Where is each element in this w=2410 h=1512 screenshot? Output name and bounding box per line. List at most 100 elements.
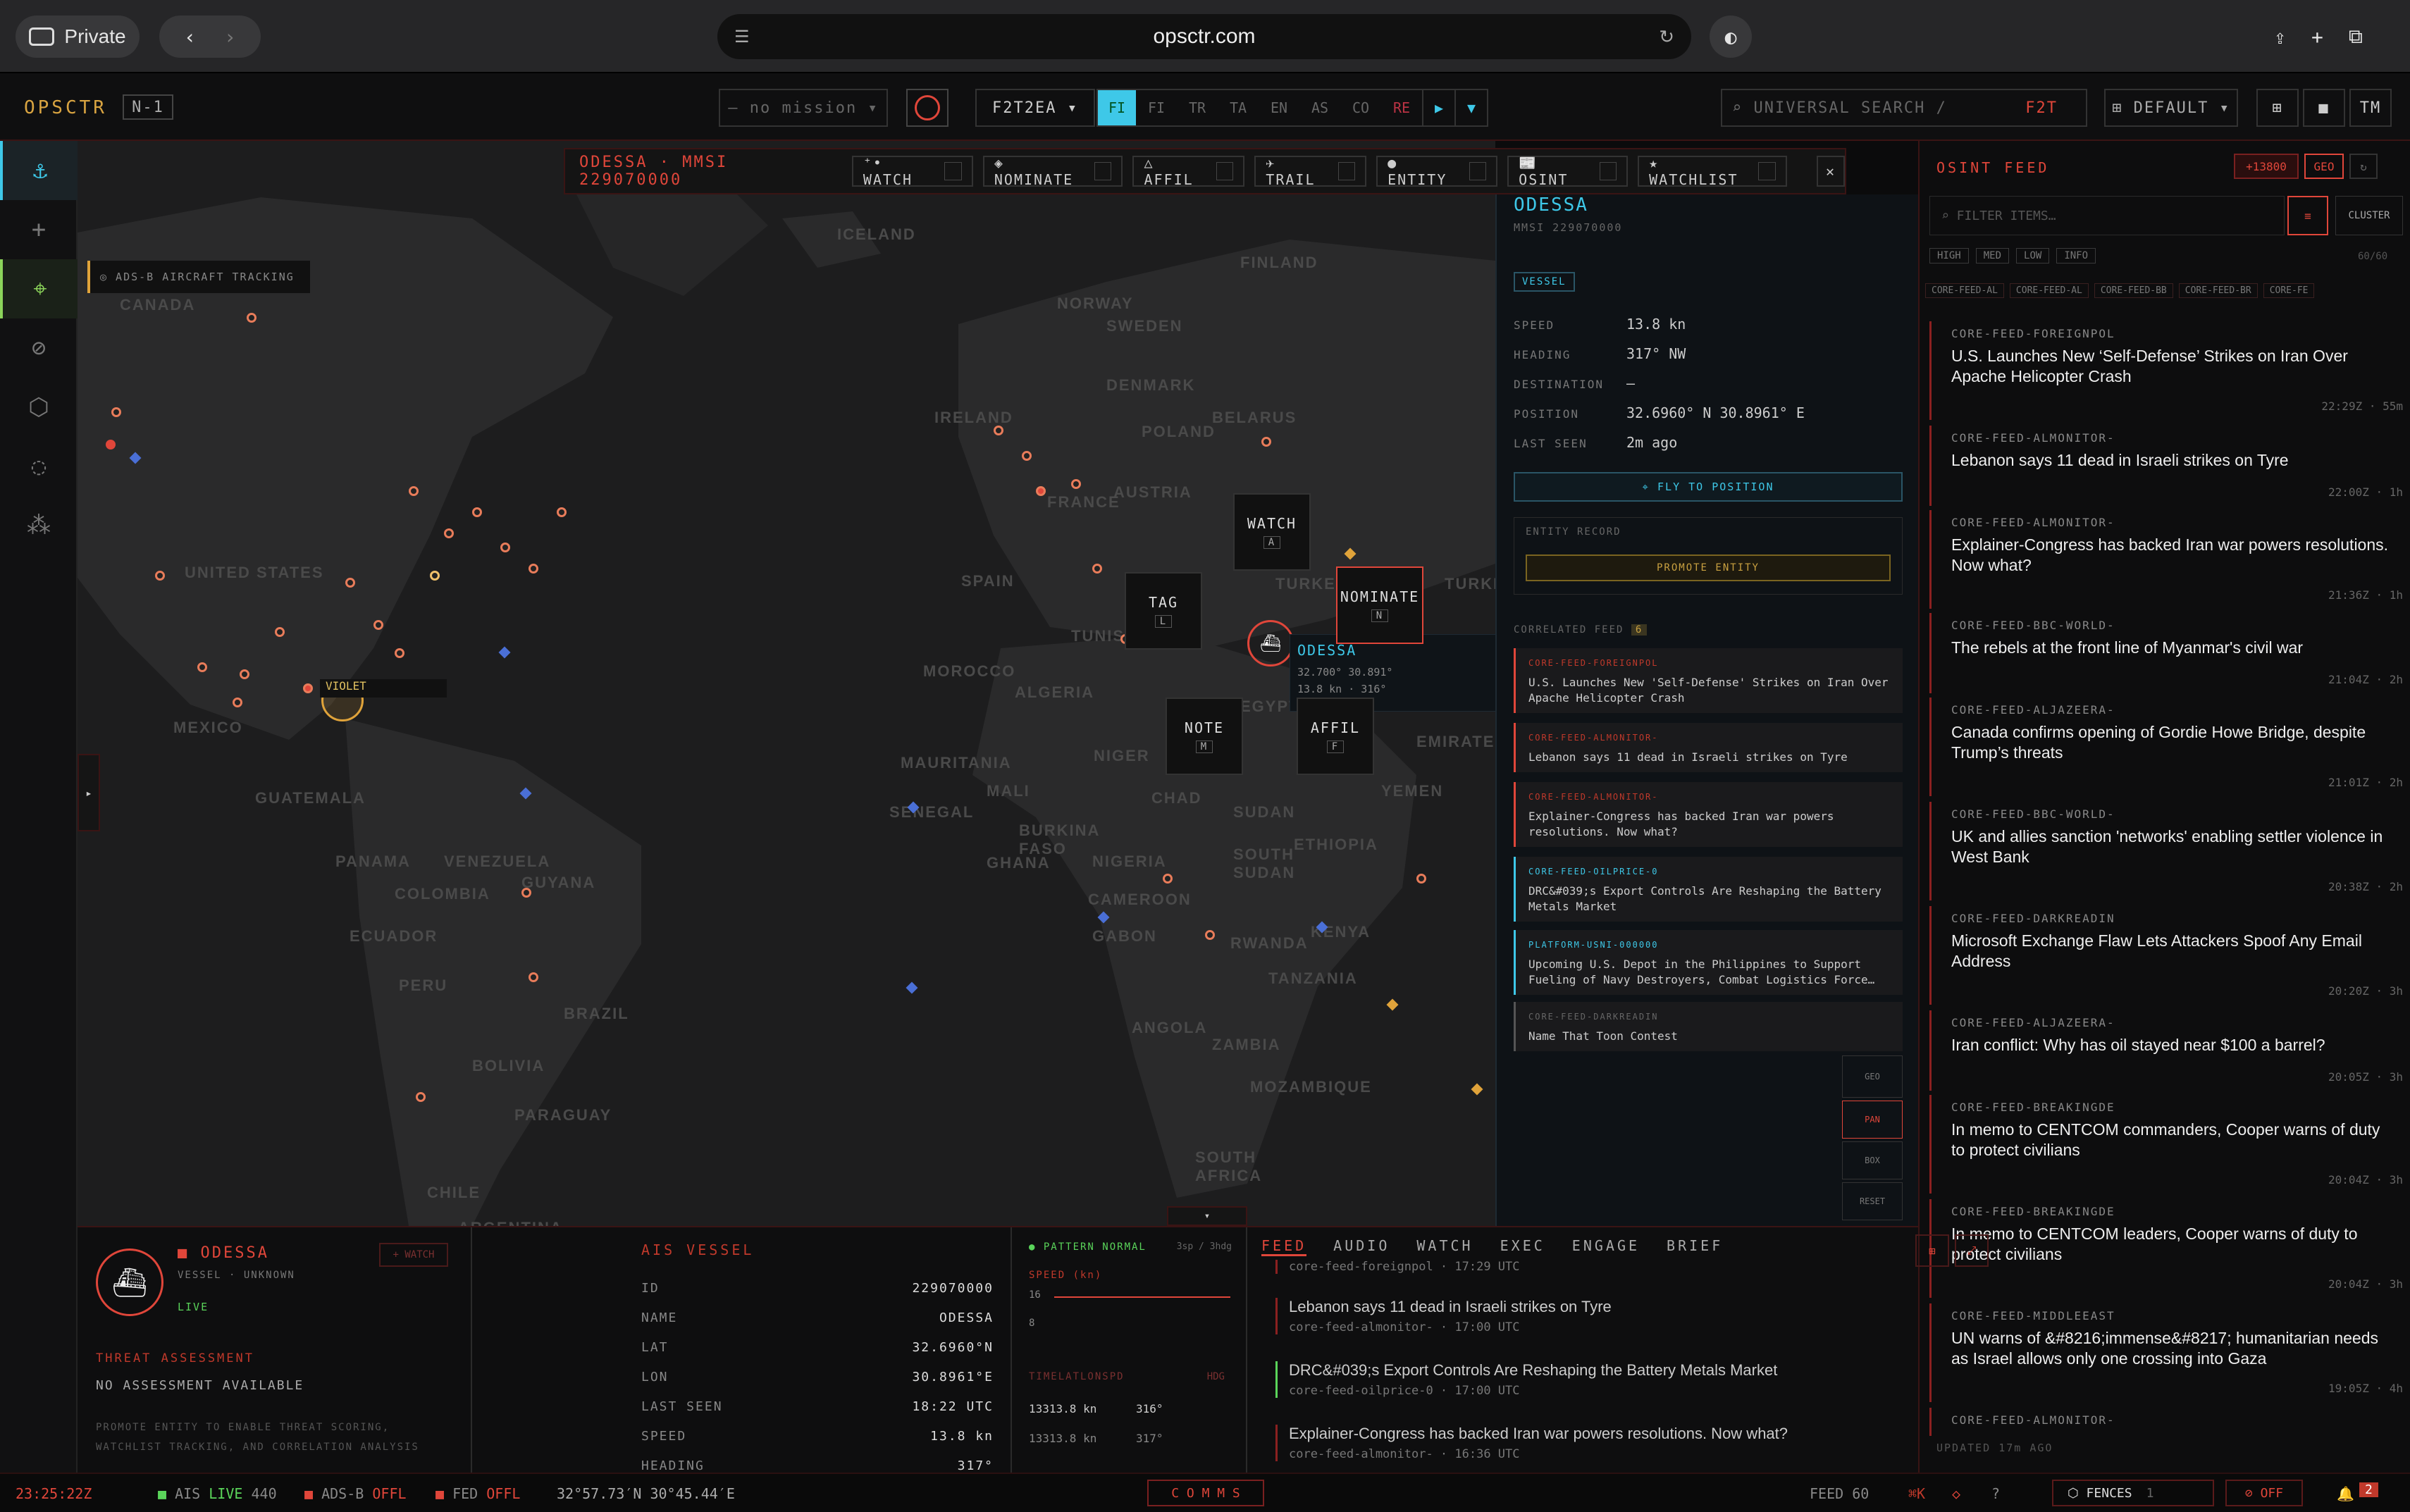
watch-button[interactable]: ⁺• WATCH [851, 154, 973, 188]
radial-nominate-button[interactable]: NOMINATE N [1336, 566, 1423, 644]
track-marker[interactable] [275, 627, 285, 637]
track-marker[interactable] [1163, 874, 1173, 884]
track-marker[interactable] [529, 564, 538, 574]
track-marker[interactable] [197, 662, 207, 672]
track-marker[interactable] [521, 888, 531, 898]
forward-icon[interactable]: › [224, 25, 236, 49]
selected-vessel-marker[interactable]: ⛴ [1247, 620, 1294, 667]
track-marker[interactable] [395, 648, 404, 658]
radial-note-button[interactable]: NOTE M [1166, 698, 1243, 775]
address-bar[interactable]: ☰ opsctr.com ↻ [717, 14, 1691, 59]
target-tool-icon[interactable]: ⌖ [0, 259, 78, 318]
correlated-item[interactable]: CORE-FEED-ALMONITOR- Lebanon says 11 dead… [1514, 723, 1903, 772]
source-chip[interactable]: CORE-FEED-AL [2009, 283, 2089, 298]
osint-item[interactable]: CORE-FEED-BBC-WORLD- The rebels at the fr… [1929, 613, 2406, 693]
off-toggle[interactable]: ⊘ OFF [2225, 1480, 2303, 1506]
private-tab-button[interactable]: Private [16, 16, 140, 58]
track-marker[interactable] [409, 486, 419, 496]
tab-engage[interactable]: ENGAGE [1572, 1237, 1640, 1256]
fly-to-position-button[interactable]: ⌖ FLY TO POSITION [1514, 472, 1903, 502]
tabs-overview-icon[interactable]: ⧉ [2349, 25, 2363, 49]
phase-tab-target[interactable]: TA [1218, 90, 1259, 125]
plus-crosshair-icon[interactable]: + [0, 200, 78, 259]
osint-item[interactable]: CORE-FEED-BBC-WORLD- UK and allies sancti… [1929, 802, 2406, 900]
osint-button[interactable]: 📰 OSINT [1507, 154, 1629, 188]
track-marker[interactable] [529, 972, 538, 982]
track-marker[interactable] [1261, 437, 1271, 447]
track-marker[interactable] [994, 426, 1003, 435]
correlated-item[interactable]: CORE-FEED-OILPRICE-0 DRC&#039;s Export Co… [1514, 857, 1903, 922]
source-chip[interactable]: CORE-FEED-BR [2178, 283, 2258, 298]
comms-button[interactable]: C O M M S [1147, 1480, 1264, 1506]
track-marker[interactable] [373, 620, 383, 630]
track-marker[interactable] [444, 528, 454, 538]
square-icon[interactable]: ■ [2303, 89, 2345, 127]
alert-shield-icon[interactable]: ⬡ [0, 378, 78, 437]
close-icon[interactable]: ✕ [1816, 156, 1845, 187]
grid-icon[interactable]: ⊞ [2256, 89, 2299, 127]
chevron-down-icon[interactable]: ▼ [1454, 90, 1487, 125]
bell-icon[interactable]: 🔔 [2337, 1485, 2354, 1502]
anchor-icon[interactable]: ⚓ [0, 141, 78, 200]
command-hotkey[interactable]: ⌘K [1908, 1485, 1925, 1502]
source-chip[interactable]: CORE-FEED-AL [1925, 283, 2004, 298]
correlated-item[interactable]: CORE-FEED-ALMONITOR- Explainer-Congress h… [1514, 782, 1903, 847]
correlated-item[interactable]: PLATFORM-USNI-000000 Upcoming U.S. Depot … [1514, 930, 1903, 995]
track-marker[interactable] [345, 578, 355, 588]
phase-tab-engage[interactable]: EN [1259, 90, 1299, 125]
box-tool-button[interactable]: BOX [1842, 1141, 1903, 1179]
tab-exec[interactable]: EXEC [1500, 1237, 1545, 1256]
track-marker[interactable] [247, 313, 257, 323]
geo-filter-button[interactable]: GEO [2304, 154, 2344, 179]
geo-tool-button[interactable]: GEO [1842, 1055, 1903, 1098]
new-tab-icon[interactable]: + [2311, 25, 2323, 49]
phase-tab-co[interactable]: CO [1340, 90, 1381, 125]
source-chip[interactable]: CORE-FE [2263, 283, 2315, 298]
osint-item[interactable]: CORE-FEED-ALMONITOR- Lebanon says 11 dead… [1929, 426, 2406, 506]
tab-feed[interactable]: FEED [1261, 1237, 1307, 1256]
satellite-icon[interactable]: ⊘ [0, 318, 78, 378]
osint-item[interactable]: CORE-FEED-ALJAZEERA- Iran conflict: Why h… [1929, 1010, 2406, 1091]
track-marker[interactable] [155, 571, 165, 581]
page-settings-icon[interactable]: ☰ [734, 27, 750, 47]
refresh-icon[interactable]: ↻ [2349, 154, 2378, 179]
correlated-item[interactable]: CORE-FEED-FOREIGNPOL U.S. Launches New 'S… [1514, 648, 1903, 713]
filter-list-icon[interactable]: ≡ [2287, 196, 2328, 235]
entity-button[interactable]: ● ENTITY [1376, 154, 1498, 188]
layout-select[interactable]: ⊞ DEFAULT ▾ [2104, 89, 2238, 127]
universal-search-input[interactable]: ⌕ UNIVERSAL SEARCH / F2T [1721, 89, 2087, 127]
track-marker[interactable] [1022, 451, 1032, 461]
track-marker[interactable] [111, 407, 121, 417]
affil-button[interactable]: △ AFFIL [1132, 154, 1245, 188]
target-button[interactable] [906, 89, 948, 127]
feed-row[interactable]: core-feed-foreignpol · 17:29 UTC [1275, 1260, 1980, 1274]
phase-tab-assess[interactable]: AS [1299, 90, 1340, 125]
severity-med[interactable]: MED [1975, 248, 2010, 264]
severity-info[interactable]: INFO [2056, 248, 2096, 264]
watchlist-button[interactable]: ★ WATCHLIST [1638, 154, 1787, 188]
source-chip[interactable]: CORE-FEED-BB [2094, 283, 2173, 298]
nominate-button[interactable]: ◈ NOMINATE [982, 154, 1123, 188]
pan-tool-button[interactable]: PAN [1842, 1101, 1903, 1139]
track-marker[interactable] [1205, 930, 1215, 940]
track-marker[interactable] [1092, 564, 1102, 574]
radial-tag-button[interactable]: TAG L [1125, 572, 1202, 650]
tm-button[interactable]: TM [2349, 89, 2392, 127]
help-icon[interactable]: ? [1991, 1485, 2000, 1502]
fences-button[interactable]: ⬡ FENCES 1 [2052, 1480, 2214, 1506]
feed-row[interactable]: Lebanon says 11 dead in Israeli strikes … [1275, 1298, 1980, 1334]
track-marker[interactable] [233, 698, 242, 707]
track-marker[interactable] [472, 507, 482, 517]
mission-select[interactable]: — no mission ▾ [719, 89, 888, 127]
phase-tab-find[interactable]: FI [1098, 90, 1136, 125]
track-marker[interactable] [416, 1092, 426, 1102]
track-marker[interactable] [557, 507, 567, 517]
phase-tab-re[interactable]: RE [1381, 90, 1422, 125]
osint-item[interactable]: CORE-FEED-BREAKINGDE In memo to CENTCOM c… [1929, 1095, 2406, 1194]
diamond-icon[interactable]: ◇ [1952, 1485, 1960, 1502]
share-icon[interactable]: ⇪ [2274, 25, 2286, 49]
tab-audio[interactable]: AUDIO [1333, 1237, 1390, 1256]
expand-left-handle[interactable]: ▸ [78, 754, 100, 831]
tab-watch[interactable]: WATCH [1416, 1237, 1473, 1256]
shield-icon[interactable]: ◐ [1710, 16, 1752, 58]
